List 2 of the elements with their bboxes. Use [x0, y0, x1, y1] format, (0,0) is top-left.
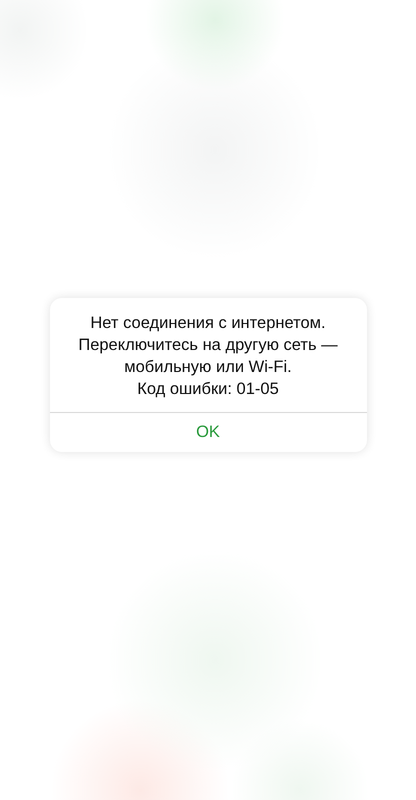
ok-button[interactable]: OK	[50, 413, 366, 452]
alert-message: Нет соединения с интернетом. Переключитесь на другую сеть — мобильную или Wi-Fi. Код ошибки: 01-05	[77, 313, 339, 400]
